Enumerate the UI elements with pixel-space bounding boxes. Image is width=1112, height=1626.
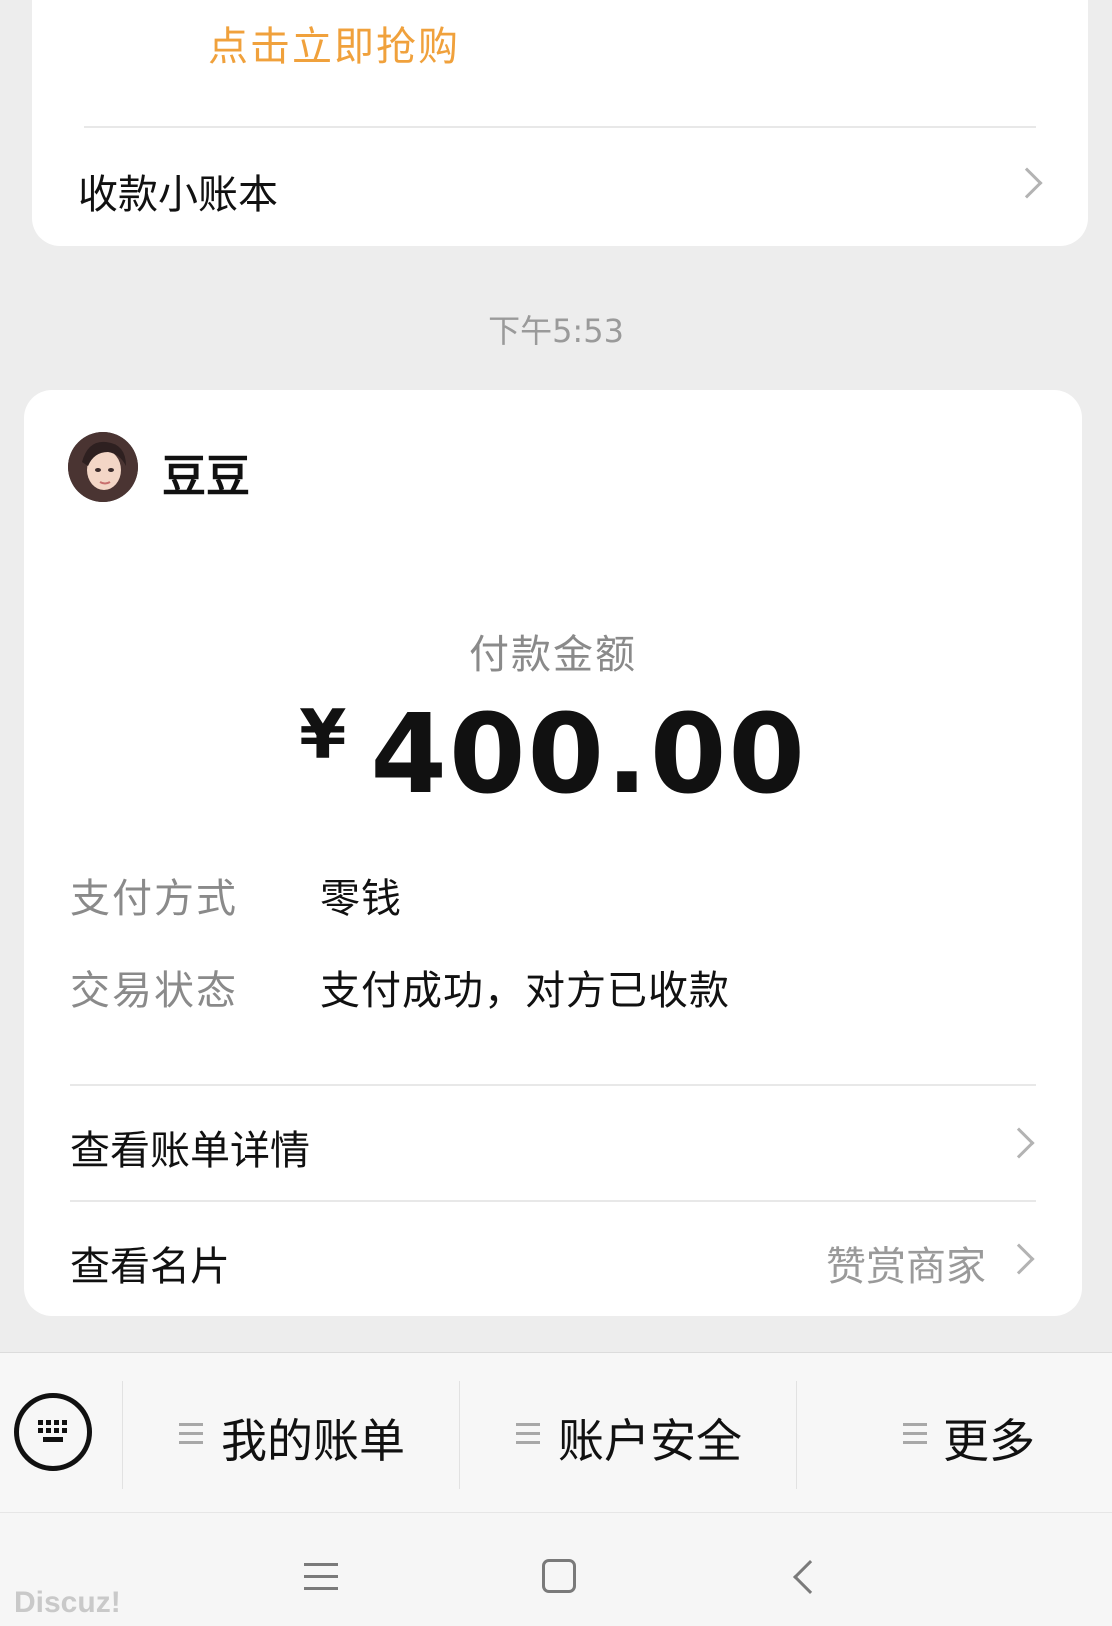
- menu-lines-icon: [179, 1423, 203, 1445]
- view-business-card-label: 查看名片: [70, 1244, 230, 1290]
- transaction-status-row: 交易状态 支付成功，对方已收款: [70, 958, 1036, 1018]
- reward-merchant-link[interactable]: 赞赏商家: [826, 1234, 986, 1292]
- amount-display: ¥400.00: [24, 690, 1082, 818]
- promo-card: 点击立即抢购 收款小账本: [32, 0, 1088, 246]
- amount-value: 400.00: [370, 690, 807, 818]
- system-nav-bar: [0, 1512, 1112, 1626]
- menu-account-security-label: 账户安全: [558, 1414, 742, 1468]
- menu-my-bills-label: 我的账单: [221, 1414, 405, 1468]
- menu-account-security[interactable]: 账户安全: [460, 1353, 796, 1513]
- menu-my-bills[interactable]: 我的账单: [123, 1353, 459, 1513]
- currency-symbol: ¥: [299, 696, 347, 775]
- menu-icon[interactable]: [304, 1563, 338, 1591]
- chevron-right-icon: [1011, 167, 1043, 199]
- transaction-status-label: 交易状态: [70, 968, 238, 1014]
- avatar-icon: [68, 432, 138, 502]
- view-business-card-row[interactable]: 查看名片 赞赏商家: [24, 1202, 1082, 1316]
- home-icon[interactable]: [542, 1559, 576, 1593]
- official-account-menu-bar: 我的账单 账户安全 更多: [0, 1352, 1112, 1512]
- chevron-right-icon: [1003, 1127, 1035, 1159]
- watermark: Discuz!: [14, 1586, 121, 1619]
- menu-lines-icon: [516, 1423, 540, 1445]
- menu-more-label: 更多: [943, 1414, 1035, 1468]
- message-time: 下午5:53: [488, 312, 624, 350]
- payment-method-row: 支付方式 零钱: [70, 866, 1036, 926]
- menu-more[interactable]: 更多: [797, 1353, 1112, 1513]
- payment-method-value: 零钱: [320, 876, 402, 922]
- menu-lines-icon: [903, 1423, 927, 1445]
- back-icon[interactable]: [793, 1560, 827, 1594]
- amount-label: 付款金额: [469, 632, 637, 678]
- payee-name: 豆豆: [162, 451, 250, 502]
- promo-buy-link[interactable]: 点击立即抢购: [208, 14, 460, 72]
- ledger-row[interactable]: 收款小账本: [32, 128, 1088, 232]
- view-bill-detail-row[interactable]: 查看账单详情: [24, 1086, 1082, 1200]
- payment-card: 豆豆 付款金额 ¥400.00 支付方式 零钱 交易状态 支付成功，对方已收款 …: [24, 390, 1082, 1316]
- view-bill-detail-label: 查看账单详情: [70, 1128, 310, 1174]
- ledger-label: 收款小账本: [78, 172, 278, 218]
- keyboard-toggle-button[interactable]: [14, 1393, 92, 1471]
- keyboard-icon: [38, 1420, 67, 1442]
- chevron-right-icon: [1003, 1243, 1035, 1275]
- avatar[interactable]: [68, 432, 138, 502]
- payment-method-label: 支付方式: [70, 876, 238, 922]
- transaction-status-value: 支付成功，对方已收款: [320, 968, 730, 1014]
